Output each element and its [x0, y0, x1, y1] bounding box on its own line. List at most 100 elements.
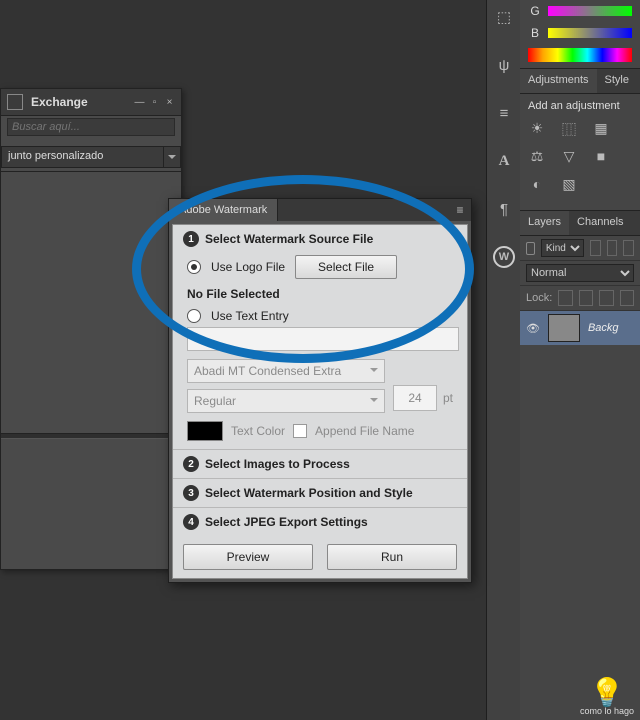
swatches-icon[interactable]: ≡ [493, 102, 515, 124]
tab-adjustments[interactable]: Adjustments [520, 69, 597, 93]
right-side: G B Adjustments Style Add an adjustment … [520, 0, 640, 720]
channel-g-slider[interactable] [548, 6, 632, 16]
lock-pixel-icon[interactable] [579, 290, 593, 306]
append-label: Append File Name [315, 424, 414, 438]
channel-g-row: G [520, 0, 640, 22]
use-text-label: Use Text Entry [211, 309, 289, 323]
lock-trans-icon[interactable] [558, 290, 572, 306]
hue-icon[interactable]: ■ [592, 148, 610, 164]
layers-tabs: Layers Channels [520, 210, 640, 236]
select-file-button[interactable]: Select File [295, 255, 397, 279]
layer-name: Backg [588, 322, 619, 334]
adjustments-heading: Add an adjustment [528, 100, 632, 112]
brush-icon[interactable]: ψ [493, 54, 515, 76]
color-row: Text Color Append File Name [187, 421, 457, 441]
cube-icon[interactable]: ⬚ [493, 6, 515, 28]
textcolor-label: Text Color [231, 424, 285, 438]
tab-styles[interactable]: Style [597, 69, 637, 93]
close-icon[interactable]: × [164, 97, 175, 108]
lock-label: Lock: [526, 292, 552, 304]
hue-strip[interactable] [528, 48, 632, 62]
step2-title: Select Images to Process [205, 457, 350, 471]
exposure-icon[interactable]: ⚖ [528, 148, 546, 164]
tab-channels[interactable]: Channels [569, 211, 631, 235]
step1-badge: 1 [183, 231, 199, 247]
watermark-buttons: Preview Run [173, 536, 467, 578]
blend-row: Normal [520, 261, 640, 286]
font-select[interactable]: Abadi MT Condensed Extra [187, 359, 385, 383]
type-icon[interactable]: A [493, 150, 515, 172]
panel-menu-icon[interactable]: ≡ [449, 203, 471, 217]
watermark-tab[interactable]: Adobe Watermark [169, 199, 278, 221]
colorbalance-icon[interactable]: ◐ [528, 176, 546, 192]
search-input[interactable] [7, 118, 175, 136]
append-checkbox[interactable] [293, 424, 307, 438]
channel-b-row: B [520, 22, 640, 44]
exchange-splitter[interactable] [1, 433, 181, 439]
layer-thumbnail[interactable] [548, 314, 580, 342]
watermark-inner: 1 Select Watermark Source File Use Logo F… [172, 224, 468, 579]
vibrance-icon[interactable]: ▽ [560, 148, 578, 164]
brightness-icon[interactable]: ☀ [528, 120, 546, 136]
paragraph-icon[interactable]: ¶ [493, 198, 515, 220]
color-swatch[interactable] [187, 421, 223, 441]
kind-select[interactable]: Kind [541, 239, 584, 257]
filter-icon[interactable] [526, 242, 535, 255]
lock-row: Lock: [520, 286, 640, 311]
levels-icon[interactable]: ⿲ [560, 120, 578, 136]
watermark-panel: Adobe Watermark ≡ 1 Select Watermark Sour… [168, 198, 472, 583]
use-logo-radio[interactable] [187, 260, 201, 274]
blend-select[interactable]: Normal [526, 264, 634, 282]
lock-pos-icon[interactable] [599, 290, 613, 306]
weight-value: Regular [194, 394, 236, 408]
step3-title: Select Watermark Position and Style [205, 486, 413, 500]
step3-section[interactable]: 3 Select Watermark Position and Style [173, 479, 467, 508]
pt-label: pt [443, 391, 453, 405]
visibility-icon[interactable]: 👁 [526, 322, 540, 335]
exchange-title: Exchange [31, 95, 126, 109]
exchange-body [1, 171, 181, 569]
use-text-row: Use Text Entry [187, 309, 457, 323]
run-button[interactable]: Run [327, 544, 457, 570]
layer-row[interactable]: 👁 Backg [520, 311, 640, 345]
step4-title: Select JPEG Export Settings [205, 515, 368, 529]
curves-icon[interactable]: ▦ [592, 120, 610, 136]
bw-icon[interactable]: ▧ [560, 176, 578, 192]
tab-layers[interactable]: Layers [520, 211, 569, 235]
watermark-tabbar: Adobe Watermark ≡ [169, 199, 471, 221]
minimize-icon[interactable]: — [134, 97, 145, 108]
step1-section: 1 Select Watermark Source File Use Logo F… [173, 225, 467, 450]
filter-pixel-icon[interactable] [590, 240, 601, 256]
size-input[interactable] [393, 385, 437, 411]
bulb-icon: 💡 [580, 679, 634, 707]
filter-adj-icon[interactable] [607, 240, 618, 256]
adjustments-body: Add an adjustment ☀ ⿲ ▦ ⚖ ▽ ■ ◐ ▧ [520, 94, 640, 202]
step4-section[interactable]: 4Select JPEG Export Settings [173, 508, 467, 536]
watermark-logo: 💡 como lo hago [580, 679, 634, 716]
watermark-tool-icon[interactable]: W [493, 246, 515, 268]
exchange-panel: Exchange — ▫ × junto personalizado [0, 88, 182, 570]
exchange-dropdown[interactable]: junto personalizado [1, 146, 181, 168]
use-logo-label: Use Logo File [211, 260, 285, 274]
exchange-dropdown-label: junto personalizado [1, 146, 164, 168]
step1-title: Select Watermark Source File [205, 232, 373, 246]
adjustments-tabs: Adjustments Style [520, 68, 640, 94]
filter-type-icon[interactable] [623, 240, 634, 256]
preview-button[interactable]: Preview [183, 544, 313, 570]
step3-badge: 3 [183, 485, 199, 501]
collapse-icon[interactable]: ▫ [149, 97, 160, 108]
text-entry-input[interactable] [187, 327, 459, 351]
file-status: No File Selected [187, 287, 457, 301]
weight-select[interactable]: Regular [187, 389, 385, 413]
layers-filter-row: Kind [520, 236, 640, 261]
brand-text: como lo hago [580, 706, 634, 716]
font-value: Abadi MT Condensed Extra [194, 364, 341, 378]
channel-g-label: G [528, 4, 542, 18]
exchange-icon [7, 94, 23, 110]
lock-all-icon[interactable] [620, 290, 634, 306]
layers-body: Kind Normal Lock: 👁 Backg [520, 236, 640, 345]
channel-b-slider[interactable] [548, 28, 632, 38]
step2-section[interactable]: 2Select Images to Process [173, 450, 467, 479]
use-text-radio[interactable] [187, 309, 201, 323]
tool-column: ⬚ ψ ≡ A ¶ W [486, 0, 522, 720]
